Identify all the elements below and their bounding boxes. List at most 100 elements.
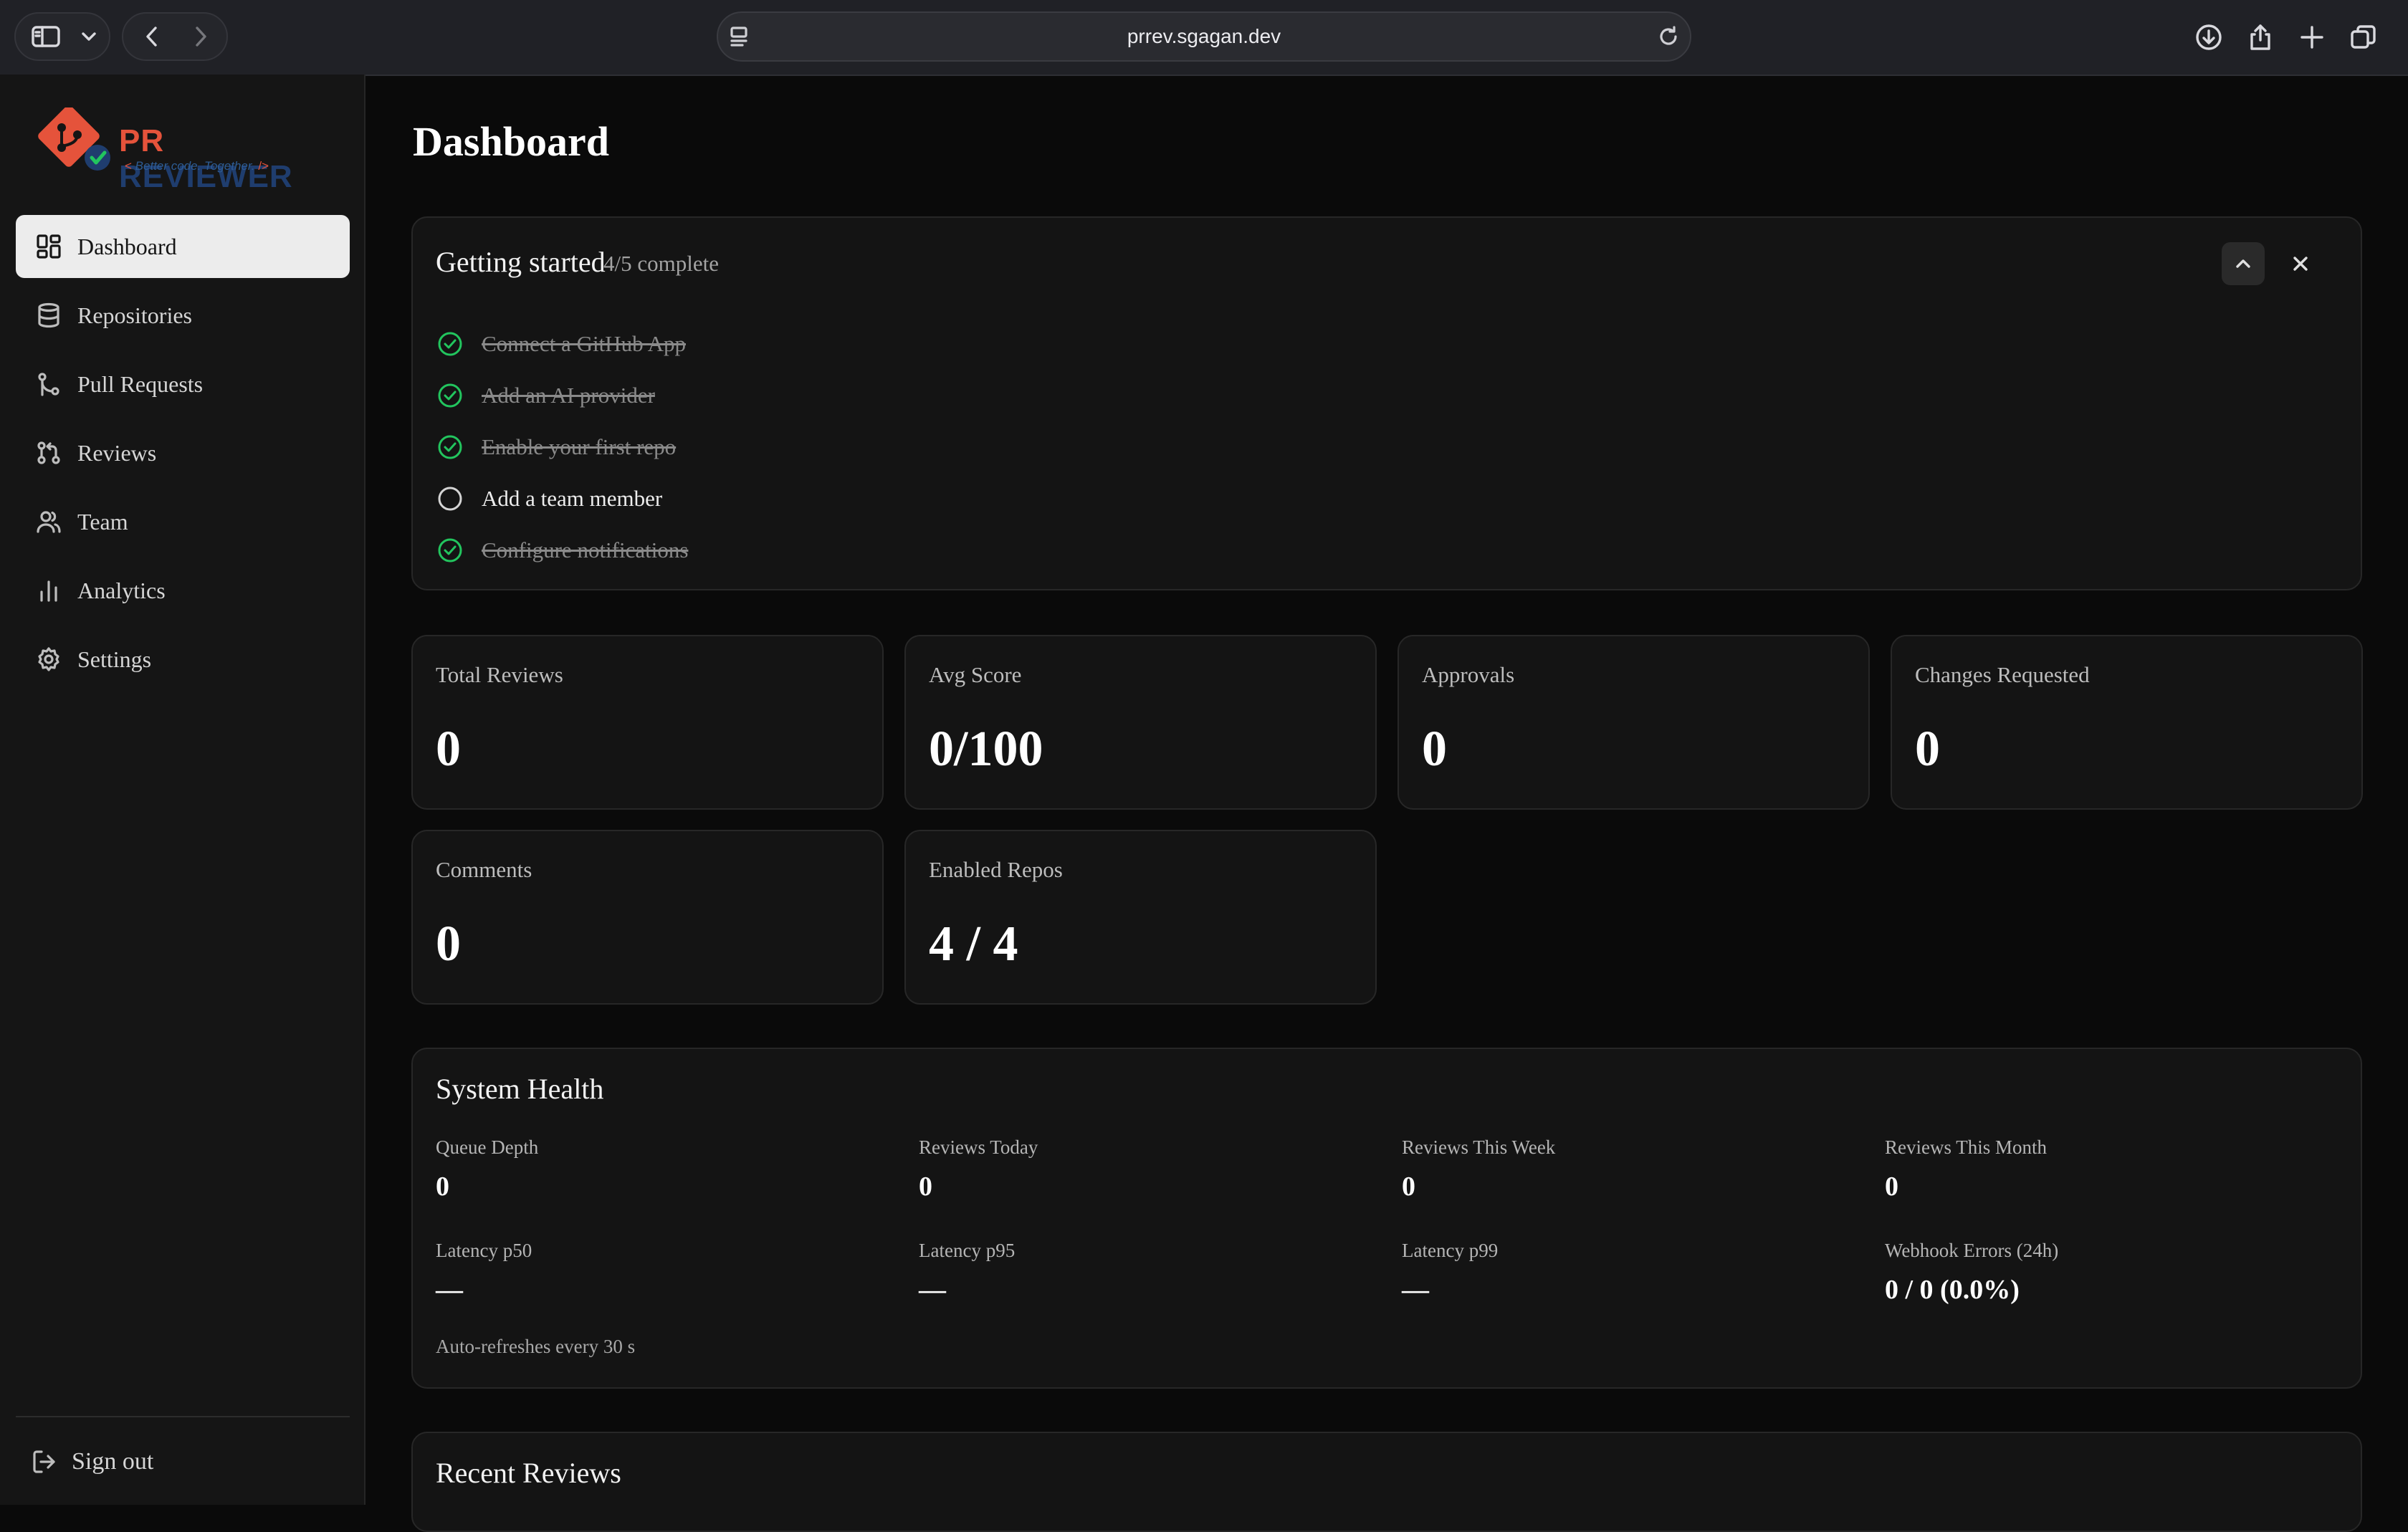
check-circle-icon	[436, 433, 464, 461]
sidebar-item-dashboard[interactable]: Dashboard	[16, 215, 350, 278]
metric-label: Webhook Errors (24h)	[1885, 1240, 2059, 1261]
reload-icon[interactable]	[1657, 25, 1680, 52]
tagline-close: />	[258, 159, 269, 173]
share-icon	[2250, 24, 2270, 50]
sidebar-item-label: Reviews	[77, 439, 157, 466]
stat-value: 4 / 4	[929, 916, 1018, 972]
task-label: Add a team member	[482, 486, 663, 511]
sidebar-item-label: Settings	[77, 646, 152, 672]
share-button[interactable]	[2237, 14, 2283, 60]
download-icon	[2196, 24, 2222, 50]
new-tab-button[interactable]	[2289, 14, 2335, 60]
stat-card-comments: Comments 0	[411, 830, 884, 1005]
metric-value: 0 / 0 (0.0%)	[1885, 1275, 2020, 1305]
metric-label: Latency p50	[436, 1240, 532, 1261]
sidebar-item-label: Repositories	[77, 302, 192, 328]
stat-value: 0	[436, 722, 461, 777]
brand-logo[interactable]: PR REVIEWER < Better code. Together. />	[36, 107, 337, 194]
sidebar-icon	[32, 26, 60, 47]
database-icon	[34, 301, 63, 330]
history-nav-group	[122, 12, 228, 61]
address-bar[interactable]: prrev.sgagan.dev	[717, 11, 1691, 62]
system-health-title: System Health	[436, 1073, 604, 1105]
check-circle-icon	[436, 381, 464, 410]
stat-card-approvals: Approvals 0	[1398, 635, 1870, 810]
sidebar-item-reviews[interactable]: Reviews	[16, 421, 350, 484]
tagline-text: Better code. Together.	[135, 159, 255, 173]
sidebar-item-analytics[interactable]: Analytics	[16, 559, 350, 622]
stat-label: Total Reviews	[436, 662, 563, 687]
forward-button[interactable]	[178, 14, 224, 59]
stat-value: 0	[436, 916, 461, 972]
metric-label: Reviews Today	[919, 1136, 1038, 1158]
sign-out-icon	[33, 1450, 55, 1473]
stat-label: Avg Score	[929, 662, 1022, 687]
task-configure-notifications[interactable]: Configure notifications	[436, 532, 688, 569]
sidebar-item-pull-requests[interactable]: Pull Requests	[16, 353, 350, 416]
sidebar-item-team[interactable]: Team	[16, 490, 350, 553]
check-circle-icon	[436, 330, 464, 358]
stat-label: Changes Requested	[1915, 662, 2090, 687]
collapse-button[interactable]	[2222, 242, 2265, 285]
plus-icon	[2300, 26, 2323, 49]
task-label: Connect a GitHub App	[482, 331, 686, 356]
git-pull-request-icon	[34, 439, 63, 467]
chevron-down-icon	[82, 32, 96, 41]
task-add-ai-provider[interactable]: Add an AI provider	[436, 377, 655, 414]
tagline-open: <	[125, 159, 132, 173]
system-health-card: System Health Queue Depth 0 Reviews Toda…	[411, 1048, 2362, 1389]
back-button[interactable]	[129, 14, 175, 59]
stat-label: Approvals	[1422, 662, 1515, 687]
dismiss-button[interactable]	[2279, 242, 2322, 285]
sidebar-item-settings[interactable]: Settings	[16, 628, 350, 691]
sidebar-toggle-button[interactable]	[23, 14, 69, 59]
sidebar-item-label: Analytics	[77, 577, 166, 603]
users-icon	[34, 507, 63, 536]
tab-overview-button[interactable]	[2341, 14, 2386, 60]
metric-value: 0	[1402, 1172, 1415, 1202]
task-add-team-member[interactable]: Add a team member	[436, 480, 662, 517]
metric-value: 0	[919, 1172, 932, 1202]
close-icon	[2293, 257, 2308, 271]
stat-card-total-reviews: Total Reviews 0	[411, 635, 884, 810]
chevron-up-icon	[2236, 259, 2250, 268]
recent-reviews-card: Recent Reviews	[411, 1432, 2362, 1532]
recent-reviews-title: Recent Reviews	[436, 1457, 621, 1489]
metric-label: Latency p95	[919, 1240, 1016, 1261]
getting-started-title: Getting started	[436, 246, 606, 278]
metric-value: —	[436, 1275, 463, 1305]
metric-label: Reviews This Month	[1885, 1136, 2048, 1158]
gear-icon	[34, 645, 63, 674]
metric-label: Latency p99	[1402, 1240, 1499, 1261]
browser-toolbar: prrev.sgagan.dev	[0, 0, 2408, 76]
empty-circle-icon	[436, 484, 464, 513]
metric-value: —	[1402, 1275, 1429, 1305]
sidebar-item-repositories[interactable]: Repositories	[16, 284, 350, 347]
tab-groups-dropdown[interactable]	[73, 14, 105, 59]
brand-tagline: < Better code. Together. />	[125, 159, 269, 173]
tabs-overview-icon	[2351, 25, 2376, 49]
sidebar-divider	[16, 1416, 350, 1417]
task-connect-github-app[interactable]: Connect a GitHub App	[436, 325, 686, 363]
task-label: Add an AI provider	[482, 383, 655, 408]
stat-value: 0/100	[929, 722, 1043, 777]
sign-out-button[interactable]: Sign out	[32, 1439, 153, 1485]
stat-card-enabled-repos: Enabled Repos 4 / 4	[904, 830, 1377, 1005]
sign-out-label: Sign out	[72, 1448, 154, 1475]
check-circle-icon	[436, 536, 464, 565]
downloads-button[interactable]	[2186, 14, 2232, 60]
stat-label: Enabled Repos	[929, 857, 1063, 882]
metric-label: Queue Depth	[436, 1136, 539, 1158]
chevron-right-icon	[196, 27, 206, 47]
getting-started-card: Getting started 4/5 complete Connect a G…	[411, 216, 2362, 590]
sidebar-item-label: Dashboard	[77, 233, 177, 259]
metric-value: 0	[436, 1172, 449, 1202]
stat-value: 0	[1915, 722, 1940, 777]
task-enable-first-repo[interactable]: Enable your first repo	[436, 429, 676, 466]
dashboard-grid-icon	[34, 232, 63, 261]
git-branch-icon	[34, 370, 63, 398]
bar-chart-icon	[34, 576, 63, 605]
stat-card-avg-score: Avg Score 0/100	[904, 635, 1377, 810]
url-text[interactable]: prrev.sgagan.dev	[718, 13, 1690, 60]
chevron-left-icon	[146, 27, 157, 47]
